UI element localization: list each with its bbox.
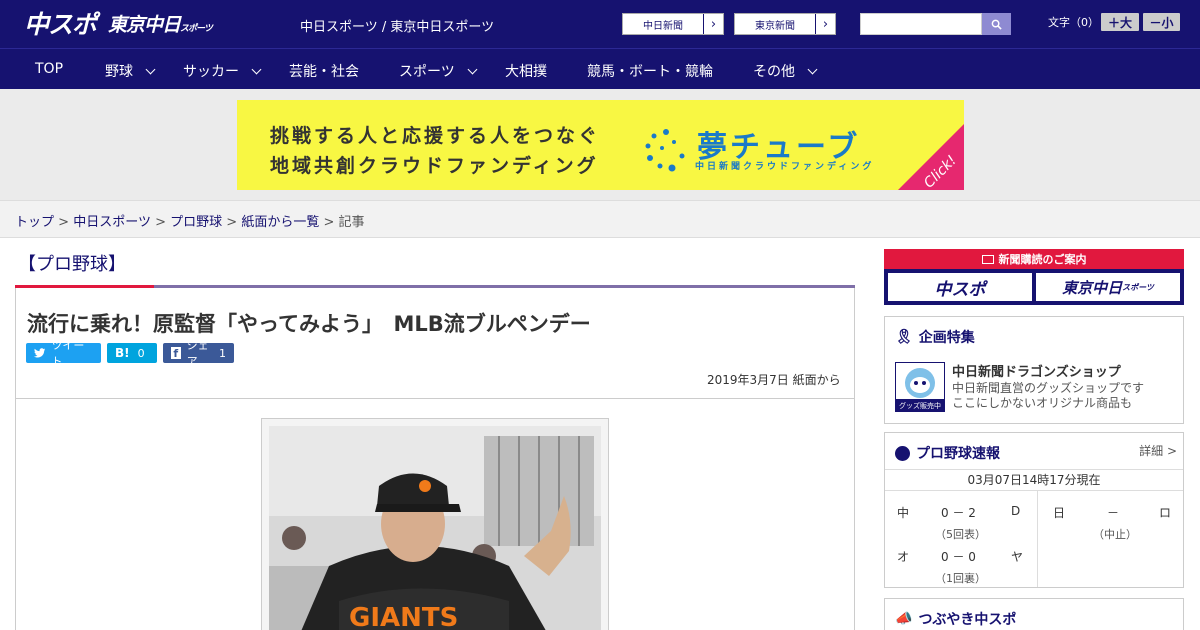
breadcrumb-top[interactable]: トップ xyxy=(15,215,54,230)
chevron-right-icon: › xyxy=(703,14,723,34)
logo-chuspo: 中スポ xyxy=(24,10,97,39)
tweet-button[interactable]: ツイート xyxy=(26,339,101,368)
game1-away: D xyxy=(1011,504,1021,518)
game2-home: 日 xyxy=(1053,506,1066,520)
dots-logo-icon xyxy=(645,129,685,172)
search-icon xyxy=(991,19,1002,30)
game1-status: （5回表） xyxy=(935,528,986,541)
main-nav: TOP 野球 サッカー 芸能・社会 スポーツ 大相撲 競馬・ボート・競輪 その他 xyxy=(0,48,1200,89)
twitter-icon xyxy=(34,348,46,358)
svg-text:GIANTS: GIANTS xyxy=(349,603,458,630)
game3-score[interactable]: 0 － 0 xyxy=(941,548,976,565)
article-divider xyxy=(16,398,854,399)
nav-entertainment[interactable]: 芸能・社会 xyxy=(289,61,359,81)
font-size-label: 文字（0） xyxy=(1048,16,1099,29)
svg-text:グッズ販売中: グッズ販売中 xyxy=(899,401,941,410)
game3-home: オ xyxy=(897,550,910,564)
feature-title: 🎗 企画特集 xyxy=(895,329,975,346)
article-photo: GIANTS xyxy=(269,426,601,630)
facebook-share-button[interactable]: f シェア 1 xyxy=(163,339,234,368)
facebook-icon: f xyxy=(171,347,181,360)
ribbon-icon: 🎗 xyxy=(895,329,913,345)
game3-away: ヤ xyxy=(1011,550,1024,564)
subscribe-chuspo-button[interactable]: 中スポ xyxy=(888,273,1032,301)
subscription-box: 新聞購読のご案内 中スポ 東京中日 スポーツ xyxy=(884,249,1184,305)
score-column-separator xyxy=(1037,491,1038,587)
nav-top[interactable]: TOP xyxy=(35,61,63,77)
score-detail-link[interactable]: 詳細 > xyxy=(1139,442,1177,459)
shop-description: 中日新聞直営のグッズショップです ここにしかないオリジナル商品も xyxy=(952,381,1145,410)
search-input[interactable] xyxy=(860,13,982,35)
category-heading: 【プロ野球】 xyxy=(18,254,126,275)
game2-score[interactable]: － xyxy=(1107,504,1119,521)
site-description: 中日スポーツ / 東京中日スポーツ xyxy=(300,20,495,35)
baseball-icon xyxy=(895,445,910,461)
score-card: プロ野球速報 詳細 > 03月07日14時17分現在 中 0 － 2 D （5回… xyxy=(884,432,1184,588)
article-date: 2019年3月7日 紙面から xyxy=(707,373,841,387)
chevron-right-icon: › xyxy=(815,14,835,34)
nav-baseball[interactable]: 野球 xyxy=(105,61,156,81)
nav-soccer[interactable]: サッカー xyxy=(183,61,262,81)
breadcrumb-current: 記事 xyxy=(338,215,365,230)
tsubuyaki-card: 📣 つぶやき中スポ xyxy=(884,598,1184,630)
chevron-down-icon xyxy=(145,64,156,74)
feature-card: 🎗 企画特集 グッズ販売中 中日新聞ドラゴンズショップ 中日新聞直営のグッズショ… xyxy=(884,316,1184,424)
breadcrumb-chuspo[interactable]: 中日スポーツ xyxy=(73,215,151,230)
crowdfunding-banner[interactable]: 挑戦する人と応援する人をつなぐ 地域共創クラウドファンディング 夢チューブ 中日… xyxy=(237,100,964,190)
game2-status: （中止） xyxy=(1093,528,1137,541)
newspaper-icon xyxy=(981,254,994,264)
hatena-icon: B! xyxy=(115,346,130,360)
tsubuyaki-title: 📣 つぶやき中スポ xyxy=(895,611,1017,628)
font-larger-button[interactable]: ＋大 xyxy=(1101,13,1139,31)
subscribe-tokyo-chunichi-button[interactable]: 東京中日 スポーツ xyxy=(1036,273,1180,301)
game1-score[interactable]: 0 － 2 xyxy=(941,504,976,521)
subscription-heading: 新聞購読のご案内 xyxy=(884,249,1184,269)
megaphone-icon: 📣 xyxy=(895,611,913,627)
breadcrumb-bar: トップ > 中日スポーツ > プロ野球 > 紙面から一覧 > 記事 xyxy=(0,200,1200,238)
article-title: 流行に乗れ！原監督「やってみよう」 MLB流ブルペンデー xyxy=(27,312,591,336)
chevron-down-icon xyxy=(467,64,478,74)
chunichi-shimbun-link[interactable]: 中日新聞 › xyxy=(622,13,724,35)
top-header: 中スポ 東京中日スポーツ 中日スポーツ / 東京中日スポーツ 中日新聞 › 東京… xyxy=(0,0,1200,48)
nav-other[interactable]: その他 xyxy=(753,61,818,81)
shop-name-link[interactable]: 中日新聞ドラゴンズショップ xyxy=(952,361,1121,380)
chevron-down-icon xyxy=(251,64,262,74)
breadcrumb-probaseball[interactable]: プロ野球 xyxy=(170,215,222,230)
nav-racing[interactable]: 競馬・ボート・競輪 xyxy=(587,61,713,81)
banner-line1: 挑戦する人と応援する人をつなぐ xyxy=(270,125,601,147)
banner-brand-sub: 中日新聞クラウドファンディング xyxy=(695,162,875,172)
nav-sports[interactable]: スポーツ xyxy=(399,61,478,81)
score-update-time: 03月07日14時17分現在 xyxy=(885,469,1183,491)
search-button[interactable] xyxy=(982,13,1011,35)
chevron-down-icon xyxy=(807,64,818,74)
game3-status: （1回裏） xyxy=(935,572,986,585)
tokyo-shimbun-link[interactable]: 東京新聞 › xyxy=(734,13,836,35)
mascot-icon: グッズ販売中 xyxy=(896,368,944,411)
game2-away: ロ xyxy=(1159,506,1172,520)
logo-tokyo-chunichi: 東京中日スポーツ xyxy=(108,13,213,36)
banner-line2: 地域共創クラウドファンディング xyxy=(270,155,599,177)
font-smaller-button[interactable]: －小 xyxy=(1143,13,1180,31)
hatena-bookmark-button[interactable]: B! 0 xyxy=(107,343,157,363)
score-title: プロ野球速報 xyxy=(895,443,1000,463)
game1-home: 中 xyxy=(897,506,910,520)
breadcrumb-paper-list[interactable]: 紙面から一覧 xyxy=(241,215,319,230)
breadcrumb: トップ > 中日スポーツ > プロ野球 > 紙面から一覧 > 記事 xyxy=(15,215,365,230)
site-logo[interactable]: 中スポ 東京中日スポーツ xyxy=(24,8,213,39)
dragons-shop-image[interactable]: グッズ販売中 xyxy=(895,362,945,412)
manager-photo-icon: GIANTS xyxy=(269,426,601,630)
nav-sumo[interactable]: 大相撲 xyxy=(505,61,547,81)
